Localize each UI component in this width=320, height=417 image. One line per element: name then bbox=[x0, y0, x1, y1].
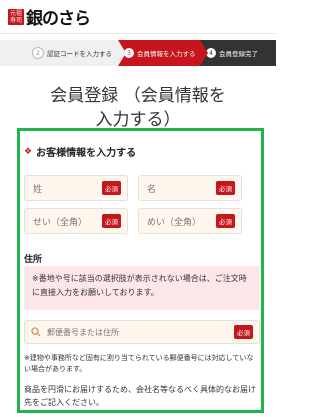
postal-search-field[interactable]: 郵便番号または住所 必須 bbox=[24, 320, 260, 344]
progress-steps: 2 認証コードを入力する 3 会員情報を入力する 4 会員登録完了 bbox=[0, 40, 276, 66]
page-title: 会員登録 （会員情報を 入力する） bbox=[0, 84, 276, 132]
search-icon bbox=[31, 327, 41, 337]
step-complete: 4 会員登録完了 bbox=[200, 40, 276, 66]
delivery-note: 商品を円滑にお届けするため、会社名等なるべく具体的なお届け先をご記入ください。 bbox=[24, 385, 256, 407]
first-name-kana-field[interactable]: めい（全角） 必須 bbox=[138, 208, 242, 234]
logo[interactable]: 元祖寿司 銀のさら bbox=[8, 4, 91, 29]
step-arrow bbox=[118, 40, 126, 66]
step-member-info: 3 会員情報を入力する bbox=[118, 40, 202, 66]
step-number: 2 bbox=[32, 47, 44, 59]
step-label: 認証コードを入力する bbox=[47, 50, 112, 58]
required-badge: 必須 bbox=[216, 214, 235, 228]
address-notice: ※番地や号に該当の選択肢が表示されない場合は、ご注文時に直接入力をお願いしており… bbox=[24, 266, 260, 310]
required-badge: 必須 bbox=[102, 181, 121, 195]
customer-info-panel: ❖ お客様情報を入力する 姓 必須 名 必須 せい（全角） 必須 めい（全角） … bbox=[17, 128, 264, 413]
logo-badge: 元祖寿司 bbox=[8, 8, 24, 25]
postal-placeholder: 郵便番号または住所 bbox=[47, 327, 119, 337]
required-badge: 必須 bbox=[234, 325, 253, 339]
section-title-text: お客様情報を入力する bbox=[36, 148, 137, 159]
last-name-placeholder: 姓 bbox=[33, 184, 43, 195]
address-label: 住所 bbox=[24, 255, 43, 265]
required-badge: 必須 bbox=[102, 214, 121, 228]
step-label: 会員登録完了 bbox=[219, 50, 258, 58]
logo-text: 銀のさら bbox=[26, 9, 91, 29]
header: 元祖寿司 銀のさら bbox=[0, 0, 276, 34]
step-label: 会員情報を入力する bbox=[137, 50, 196, 58]
first-name-kana-placeholder: めい（全角） bbox=[147, 217, 202, 228]
diamond-icon: ❖ bbox=[24, 146, 33, 157]
step-arrow bbox=[200, 40, 208, 66]
first-name-placeholder: 名 bbox=[147, 184, 157, 195]
required-badge: 必須 bbox=[216, 181, 235, 195]
last-name-field[interactable]: 姓 必須 bbox=[24, 175, 128, 201]
last-name-kana-field[interactable]: せい（全角） 必須 bbox=[24, 208, 128, 234]
last-name-kana-placeholder: せい（全角） bbox=[33, 217, 88, 228]
page-title-line1: 会員登録 （会員情報を bbox=[50, 86, 226, 106]
step-auth-code: 2 認証コードを入力する bbox=[0, 40, 120, 66]
section-title: ❖ お客様情報を入力する bbox=[24, 144, 137, 160]
first-name-field[interactable]: 名 必須 bbox=[138, 175, 242, 201]
postal-note: ※建物や事務所など固有に割り当てられている郵便番号には対応していない場合がありま… bbox=[24, 354, 254, 373]
